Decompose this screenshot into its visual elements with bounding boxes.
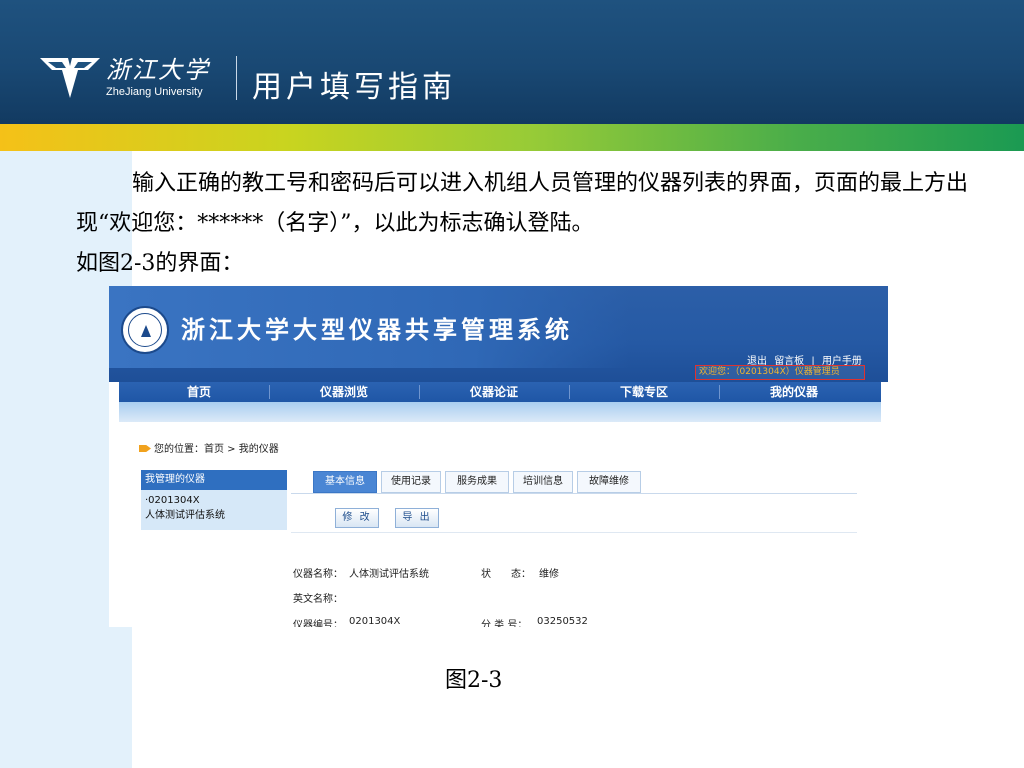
nav-review[interactable]: 仪器论证 xyxy=(419,382,569,402)
field-class-label: 分 类 号： xyxy=(481,620,528,627)
form-divider xyxy=(291,532,857,533)
breadcrumb: 您的位置：首页 > 我的仪器 xyxy=(139,440,279,455)
export-button[interactable]: 导 出 xyxy=(395,508,439,528)
university-logo-icon xyxy=(40,58,100,98)
main-nav: 首页 仪器浏览 仪器论证 下载专区 我的仪器 xyxy=(119,382,881,402)
instrument-id: ·0201304X xyxy=(145,495,200,506)
university-seal-icon xyxy=(121,306,169,354)
field-number-label: 仪器编号： xyxy=(293,620,343,627)
tab-fault-repair[interactable]: 故障维修 xyxy=(577,471,641,493)
figure-caption: 图2-3 xyxy=(445,668,503,693)
tab-underline xyxy=(291,493,857,494)
field-status-value: 维修 xyxy=(539,569,559,580)
tab-basic-info[interactable]: 基本信息 xyxy=(313,471,377,493)
breadcrumb-text: 您的位置：首页 > 我的仪器 xyxy=(154,444,279,455)
welcome-message: 欢迎您：（0201304X）仪器管理员 xyxy=(695,365,865,380)
slide-title: 用户填写指南 xyxy=(252,70,456,105)
edit-button[interactable]: 修 改 xyxy=(335,508,379,528)
field-status-label: 状 态： xyxy=(481,569,531,580)
body-text: 输入正确的教工号和密码后可以进入机组人员管理的仪器列表的界面，页面的最上方出现“… xyxy=(76,164,1016,284)
tab-service-results[interactable]: 服务成果 xyxy=(445,471,509,493)
field-number-value: 0201304X xyxy=(349,616,401,627)
logo-chinese-name: 浙江大学 xyxy=(106,56,210,84)
side-panel-heading: 我管理的仪器 xyxy=(141,470,287,490)
color-band xyxy=(0,124,1024,151)
instrument-name: 人体测试评估系统 xyxy=(145,510,225,521)
system-title: 浙江大学大型仪器共享管理系统 xyxy=(181,316,573,344)
instruction-paragraph: 输入正确的教工号和密码后可以进入机组人员管理的仪器列表的界面，页面的最上方出现“… xyxy=(76,171,969,236)
tab-training-info[interactable]: 培训信息 xyxy=(513,471,573,493)
slide-header: 浙江大学 ZheJiang University 用户填写指南 xyxy=(0,0,1024,124)
nav-home[interactable]: 首页 xyxy=(139,382,259,402)
field-en-name-label: 英文名称： xyxy=(293,594,343,605)
side-panel: 我管理的仪器 ·0201304X 人体测试评估系统 xyxy=(141,470,287,532)
nav-downloads[interactable]: 下载专区 xyxy=(569,382,719,402)
system-screenshot: 浙江大学大型仪器共享管理系统 退出 留言板 | 用户手册 欢迎您：（020130… xyxy=(109,286,888,627)
header-divider xyxy=(236,56,237,100)
nav-my-instruments[interactable]: 我的仪器 xyxy=(719,382,869,402)
tab-usage-records[interactable]: 使用记录 xyxy=(381,471,441,493)
nav-browse[interactable]: 仪器浏览 xyxy=(269,382,419,402)
figure-reference: 如图2-3的界面： xyxy=(76,251,244,276)
field-class-value: 03250532 xyxy=(537,616,588,627)
field-name-label: 仪器名称： xyxy=(293,569,343,580)
sub-nav-bar xyxy=(119,402,881,422)
field-name-value: 人体测试评估系统 xyxy=(349,569,429,580)
arrow-icon xyxy=(139,445,151,452)
side-panel-item[interactable]: ·0201304X 人体测试评估系统 xyxy=(141,490,287,530)
logo-english-name: ZheJiang University xyxy=(106,86,203,98)
